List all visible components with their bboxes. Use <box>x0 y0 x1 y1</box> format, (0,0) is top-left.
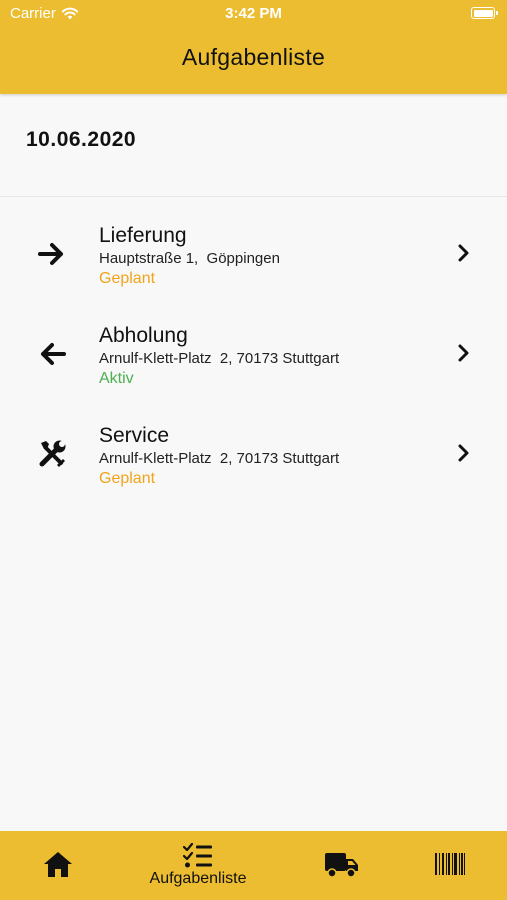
chevron-right-icon <box>458 444 469 462</box>
task-title: Abholung <box>99 324 188 347</box>
battery-icon <box>471 7 498 19</box>
task-address: Arnulf-Klett-Platz 2, 70173 Stuttgart <box>99 450 340 467</box>
chevron-right-icon <box>458 244 469 262</box>
tab-aufgabenliste[interactable]: Aufgabenliste <box>118 831 278 900</box>
tab-home[interactable] <box>0 831 118 900</box>
tab-scanner[interactable] <box>404 831 507 900</box>
tab-label: Aufgabenliste <box>149 870 247 887</box>
status-bar: Carrier 3:42 PM <box>0 0 507 28</box>
date-section: 10.06.2020 <box>0 94 507 197</box>
task-item-lieferung[interactable]: Lieferung Hauptstraße 1, Göppingen Gepla… <box>0 198 507 294</box>
task-status: Aktiv <box>99 370 134 387</box>
tab-delivery[interactable] <box>278 831 404 900</box>
task-address: Arnulf-Klett-Platz 2, 70173 Stuttgart <box>99 350 340 367</box>
task-item-abholung[interactable]: Abholung Arnulf-Klett-Platz 2, 70173 Stu… <box>0 298 507 394</box>
checklist-icon <box>183 843 212 868</box>
chevron-right-icon <box>458 344 469 362</box>
barcode-icon <box>435 853 465 875</box>
status-time: 3:42 PM <box>225 5 282 22</box>
tools-icon <box>39 440 66 467</box>
task-address: Hauptstraße 1, Göppingen <box>99 250 280 267</box>
truck-icon <box>325 853 358 878</box>
task-title: Lieferung <box>99 224 187 247</box>
arrow-left-icon <box>41 343 66 365</box>
task-status: Geplant <box>99 270 156 287</box>
task-status: Geplant <box>99 470 156 487</box>
date-label: 10.06.2020 <box>26 128 137 151</box>
task-title: Service <box>99 424 170 447</box>
page-title: Aufgabenliste <box>181 44 326 70</box>
task-item-service[interactable]: Service Arnulf-Klett-Platz 2, 70173 Stut… <box>0 398 507 494</box>
tab-bar: Aufgabenliste <box>0 831 507 900</box>
arrow-right-icon <box>38 243 63 265</box>
app-header: Carrier 3:42 PM Aufgabenliste <box>0 0 507 94</box>
home-icon <box>44 852 72 877</box>
